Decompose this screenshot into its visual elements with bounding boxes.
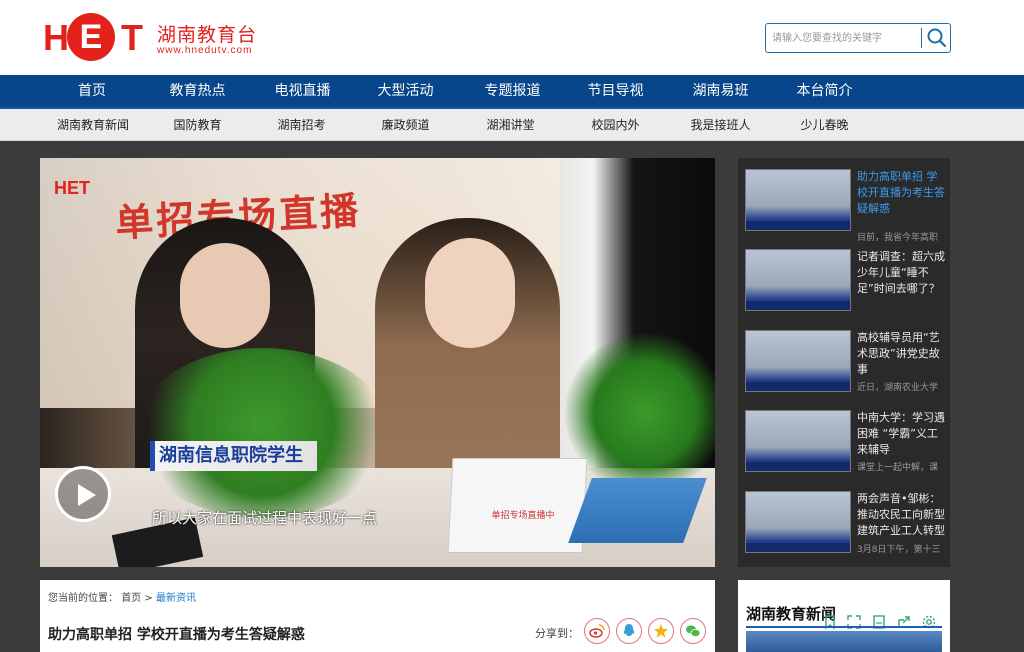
logo-letter-t: T bbox=[121, 17, 143, 58]
breadcrumb-separator: > bbox=[144, 593, 153, 604]
subnav-admissions[interactable]: 湖南招考 bbox=[264, 109, 339, 141]
subnav-lecture[interactable]: 湖湘讲堂 bbox=[473, 109, 548, 141]
play-icon bbox=[78, 484, 96, 506]
logo-letter-e: E bbox=[79, 18, 103, 56]
search-box bbox=[765, 23, 951, 53]
side-news-title[interactable]: 记者调查：超六成少年儿童“睡不足”时间去哪了？ bbox=[857, 249, 947, 297]
search-button[interactable] bbox=[923, 24, 951, 52]
subnav-defense[interactable]: 国防教育 bbox=[160, 109, 235, 141]
site-logo[interactable]: H E T 湖南教育台 www.hnedutv.com bbox=[43, 13, 273, 63]
share-wechat-button[interactable] bbox=[680, 618, 706, 644]
breadcrumb-current[interactable]: 最新资讯 bbox=[156, 593, 196, 604]
search-input[interactable] bbox=[766, 24, 921, 52]
side-news-title[interactable]: 助力高职单招 学校开直播为考生答疑解惑 bbox=[857, 169, 947, 217]
side-news-item[interactable]: 中南大学：学习遇困难 “学霸”义工来辅导 课堂上一起中解，课 bbox=[745, 410, 945, 480]
side-news-item[interactable]: 高校辅导员用“艺术思政”讲党史故事 近日，湖南农业大学 bbox=[745, 330, 945, 400]
side-news-item[interactable]: 助力高职单招 学校开直播为考生答疑解惑 目前，我省今年高职 bbox=[745, 169, 947, 243]
search-icon bbox=[927, 28, 947, 48]
hero-logo: HET bbox=[54, 178, 90, 198]
logo-name: 湖南教育台 bbox=[157, 24, 258, 46]
article-panel: 您当前的位置： 首页 > 最新资讯 助力高职单招 学校开直播为考生答疑解惑 分享… bbox=[40, 580, 715, 652]
news-thumbnail[interactable] bbox=[745, 169, 851, 231]
nav-yiban[interactable]: 湖南易班 bbox=[683, 75, 758, 107]
news-panel-thumbnail[interactable] bbox=[746, 631, 942, 652]
side-news-item[interactable]: 记者调查：超六成少年儿童“睡不足”时间去哪了？ bbox=[745, 249, 945, 319]
subnav-kids-gala[interactable]: 少儿春晚 bbox=[787, 109, 862, 141]
side-news-item[interactable]: 两会声音•邹彬：推动农民工向新型建筑产业工人转型 3月8日下午，第十三 bbox=[745, 491, 945, 561]
nav-home[interactable]: 首页 bbox=[60, 75, 124, 107]
side-news-title[interactable]: 高校辅导员用“艺术思政”讲党史故事 bbox=[857, 330, 947, 378]
qq-icon bbox=[623, 624, 635, 636]
share-weibo-button[interactable] bbox=[584, 618, 610, 644]
qzone-icon bbox=[654, 624, 668, 638]
side-news-desc: 课堂上一起中解，课 bbox=[857, 463, 939, 473]
logo-url: www.hnedutv.com bbox=[157, 45, 253, 56]
nav-specials[interactable]: 专题报道 bbox=[475, 75, 550, 107]
share-label: 分享到： bbox=[535, 627, 579, 640]
news-panel: 湖南教育新闻 bbox=[738, 580, 950, 652]
news-thumbnail[interactable] bbox=[745, 410, 851, 472]
hero-tent-card bbox=[447, 458, 588, 553]
side-news-desc: 3月8日下午，第十三 bbox=[857, 545, 941, 555]
breadcrumb-home[interactable]: 首页 bbox=[121, 593, 141, 604]
side-news-title[interactable]: 两会声音•邹彬：推动农民工向新型建筑产业工人转型 bbox=[857, 491, 947, 539]
hero-tent-text: 单招专场直播中 bbox=[491, 511, 555, 521]
subnav-campus[interactable]: 校园内外 bbox=[578, 109, 653, 141]
news-panel-underline bbox=[746, 626, 942, 628]
hero-subtitle: 所以大家在面试过程中表现好一点 bbox=[152, 509, 378, 527]
side-news-desc: 目前，我省今年高职 bbox=[857, 233, 939, 243]
news-thumbnail[interactable] bbox=[745, 249, 851, 311]
nav-edu-hot[interactable]: 教育热点 bbox=[160, 75, 235, 107]
breadcrumb-prefix: 您当前的位置： bbox=[48, 593, 118, 604]
hero-brochures bbox=[568, 478, 707, 543]
side-news-desc: 近日，湖南农业大学 bbox=[857, 383, 939, 393]
news-thumbnail[interactable] bbox=[745, 491, 851, 553]
hero-plant-right bbox=[565, 333, 715, 493]
nav-tv-live[interactable]: 电视直播 bbox=[265, 75, 340, 107]
subnav-successor[interactable]: 我是接班人 bbox=[683, 109, 758, 141]
weibo-icon bbox=[589, 624, 605, 638]
nav-events[interactable]: 大型活动 bbox=[368, 75, 443, 107]
search-divider bbox=[921, 28, 922, 48]
hero-face-left bbox=[180, 243, 270, 348]
article-title: 助力高职单招 学校开直播为考生答疑解惑 bbox=[48, 627, 305, 643]
breadcrumb: 您当前的位置： 首页 > 最新资讯 bbox=[48, 589, 196, 604]
subnav-edu-news[interactable]: 湖南教育新闻 bbox=[48, 109, 138, 141]
logo-letter-h: H bbox=[43, 17, 69, 58]
share-qzone-button[interactable] bbox=[648, 618, 674, 644]
news-thumbnail[interactable] bbox=[745, 330, 851, 392]
subnav-integrity[interactable]: 廉政频道 bbox=[368, 109, 443, 141]
hero-face-right bbox=[425, 238, 515, 348]
hero-name-caption: 湖南信息职院学生 bbox=[150, 441, 317, 471]
play-button[interactable] bbox=[55, 466, 111, 522]
side-news-list: 助力高职单招 学校开直播为考生答疑解惑 目前，我省今年高职 记者调查：超六成少年… bbox=[738, 158, 950, 567]
top-header: H E T 湖南教育台 www.hnedutv.com bbox=[0, 0, 1024, 75]
side-news-title[interactable]: 中南大学：学习遇困难 “学霸”义工来辅导 bbox=[857, 410, 947, 458]
media-toolbar bbox=[820, 611, 946, 633]
hero-video[interactable]: HET 单招专场直播 单招专场直播中 湖南信息职院学生 所以大家在面试过程中表现… bbox=[40, 158, 715, 567]
nav-program-guide[interactable]: 节目导视 bbox=[578, 75, 653, 107]
main-nav: 首页 教育热点 电视直播 大型活动 专题报道 节目导视 湖南易班 本台简介 bbox=[0, 75, 1024, 109]
wechat-icon bbox=[686, 625, 701, 637]
nav-about[interactable]: 本台简介 bbox=[787, 75, 862, 107]
share-qq-button[interactable] bbox=[616, 618, 642, 644]
sub-nav: 湖南教育新闻 国防教育 湖南招考 廉政频道 湖湘讲堂 校园内外 我是接班人 少儿… bbox=[0, 109, 1024, 141]
hero-plant-left bbox=[135, 348, 390, 518]
